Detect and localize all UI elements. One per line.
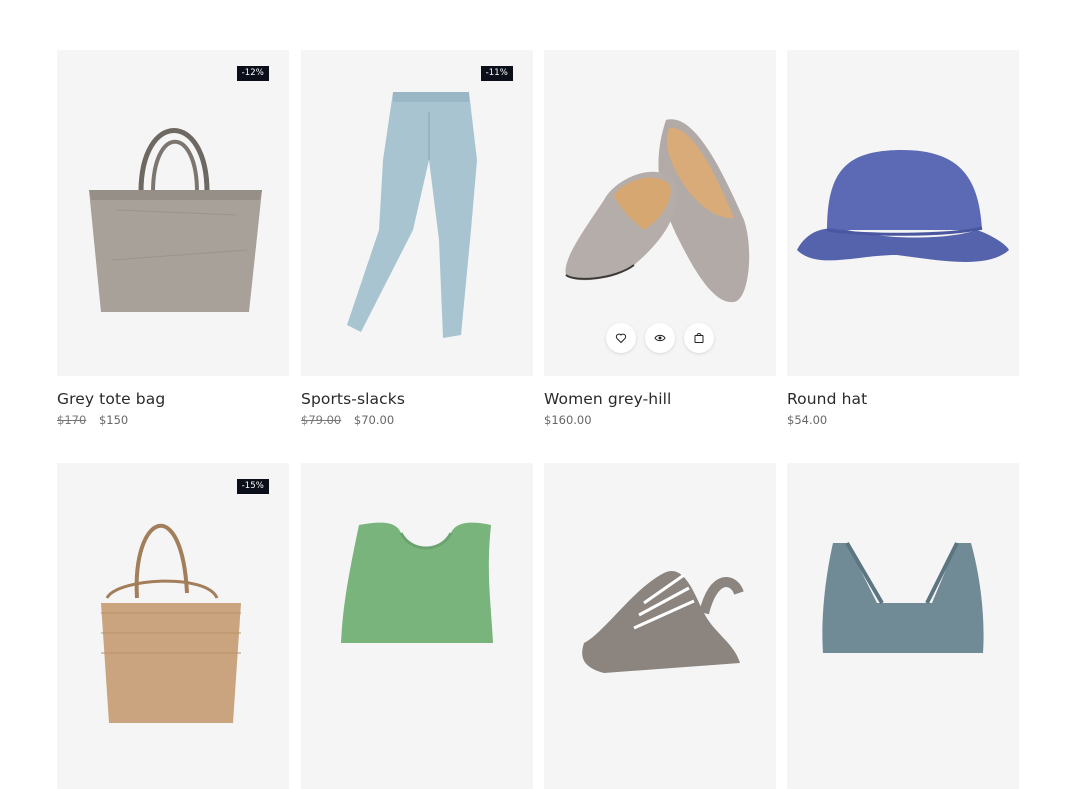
price-row: $160.00: [544, 413, 776, 427]
wishlist-button[interactable]: [606, 323, 636, 353]
price-row: $54.00: [787, 413, 1019, 427]
price-row: $170 $150: [57, 413, 289, 427]
product-card[interactable]: Women grey-hill $160.00: [544, 50, 776, 427]
sneakers-image: [582, 571, 744, 673]
product-title[interactable]: Grey tote bag: [57, 390, 289, 408]
product-title[interactable]: Round hat: [787, 390, 1019, 408]
product-title[interactable]: Sports-slacks: [301, 390, 533, 408]
product-card[interactable]: [544, 463, 776, 789]
bucket-hat-image: [797, 150, 1009, 262]
price-row: $79.00 $70.00: [301, 413, 533, 427]
heart-icon: [615, 333, 627, 344]
eye-icon: [654, 334, 666, 342]
current-price: $150: [98, 413, 129, 427]
current-price: $70.00: [353, 413, 395, 427]
current-price: $160.00: [544, 413, 592, 427]
product-card[interactable]: -15%: [57, 463, 289, 789]
hover-actions: [544, 323, 776, 353]
product-image[interactable]: -15%: [57, 463, 289, 789]
product-image[interactable]: [544, 463, 776, 789]
product-image[interactable]: [787, 50, 1019, 376]
product-image[interactable]: [787, 463, 1019, 789]
leggings-image: [347, 92, 477, 338]
straw-bag-image: [101, 524, 241, 723]
product-title[interactable]: Women grey-hill: [544, 390, 776, 408]
product-card[interactable]: -12% Grey tote bag $170 $150: [57, 50, 289, 427]
product-card[interactable]: Round hat $54.00: [787, 50, 1019, 427]
product-card[interactable]: [787, 463, 1019, 789]
tank-top-image: [341, 522, 493, 643]
product-card[interactable]: [301, 463, 533, 789]
old-price: $170: [57, 413, 87, 427]
product-image[interactable]: [544, 50, 776, 376]
discount-badge: -11%: [480, 66, 513, 81]
add-to-cart-button[interactable]: [684, 323, 714, 353]
tote-bag-image: [89, 128, 262, 312]
sports-bra-image: [822, 541, 984, 653]
current-price: $54.00: [787, 413, 828, 427]
product-image[interactable]: [301, 463, 533, 789]
discount-badge: -15%: [236, 479, 269, 494]
product-image[interactable]: -12%: [57, 50, 289, 376]
quick-view-button[interactable]: [645, 323, 675, 353]
bag-icon: [694, 333, 704, 343]
product-image[interactable]: -11%: [301, 50, 533, 376]
discount-badge: -12%: [236, 66, 269, 81]
product-card[interactable]: -11% Sports-slacks $79.00 $70.00: [301, 50, 533, 427]
old-price: $79.00: [301, 413, 342, 427]
